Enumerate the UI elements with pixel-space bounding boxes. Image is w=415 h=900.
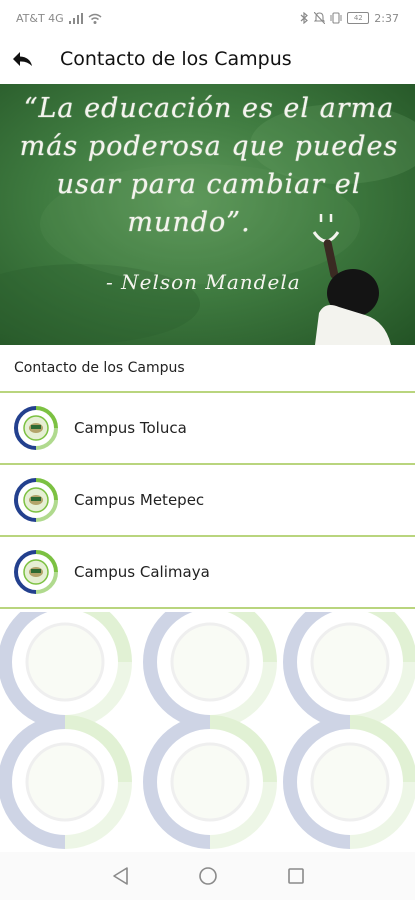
nav-home-button[interactable]	[196, 864, 220, 888]
quote-text: “La educación es el arma más poderosa qu…	[18, 90, 400, 242]
system-nav-bar	[0, 852, 415, 900]
hero-quote-image: “La educación es el arma más poderosa qu…	[0, 84, 415, 345]
campus-logo-icon	[14, 406, 58, 450]
back-button[interactable]	[0, 36, 44, 82]
list-item-campus-metepec[interactable]: Campus Metepec	[0, 465, 415, 537]
battery-icon: 42	[347, 12, 370, 24]
signal-icon	[68, 12, 83, 24]
vibrate-icon	[330, 12, 342, 24]
app-bar: Contacto de los Campus	[0, 36, 415, 82]
mute-icon	[314, 12, 326, 24]
battery-level: 42	[353, 14, 363, 22]
watermark-pattern	[0, 612, 415, 849]
quote-line: usar para cambiar el	[56, 169, 362, 200]
nav-recents-button[interactable]	[284, 864, 308, 888]
quote-line: más poderosa que puedes	[19, 131, 399, 162]
campus-logo-icon	[14, 478, 58, 522]
carrier-label: AT&T 4G	[16, 11, 64, 25]
square-recents-icon	[287, 868, 304, 884]
list-item-campus-calimaya[interactable]: Campus Calimaya	[0, 537, 415, 609]
campus-label: Campus Calimaya	[74, 563, 210, 581]
status-bar: AT&T 4G 42 2:37	[0, 0, 415, 36]
circle-home-icon	[198, 867, 217, 885]
section-header: Contacto de los Campus	[0, 345, 415, 393]
triangle-back-icon	[112, 867, 128, 885]
clock: 2:37	[374, 11, 399, 25]
campus-label: Campus Metepec	[74, 491, 205, 509]
section-title: Contacto de los Campus	[14, 360, 185, 376]
status-right: 42 2:37	[300, 12, 399, 25]
campus-label: Campus Toluca	[74, 419, 187, 437]
quote-line: “La educación es el arma	[23, 93, 395, 124]
back-arrow-icon	[13, 52, 32, 66]
bluetooth-icon	[300, 12, 309, 24]
wifi-icon	[88, 13, 102, 24]
campus-logo-icon	[14, 550, 58, 594]
campus-list: Campus Toluca Campus Metepec Campus Cali…	[0, 393, 415, 609]
status-left: AT&T 4G	[16, 12, 102, 25]
page-title: Contacto de los Campus	[60, 48, 292, 70]
list-item-campus-toluca[interactable]: Campus Toluca	[0, 393, 415, 465]
nav-back-button[interactable]	[108, 864, 132, 888]
logo-watermark-background	[0, 612, 415, 852]
quote-author: - Nelson Mandela	[106, 270, 301, 294]
child-figure	[315, 239, 391, 345]
